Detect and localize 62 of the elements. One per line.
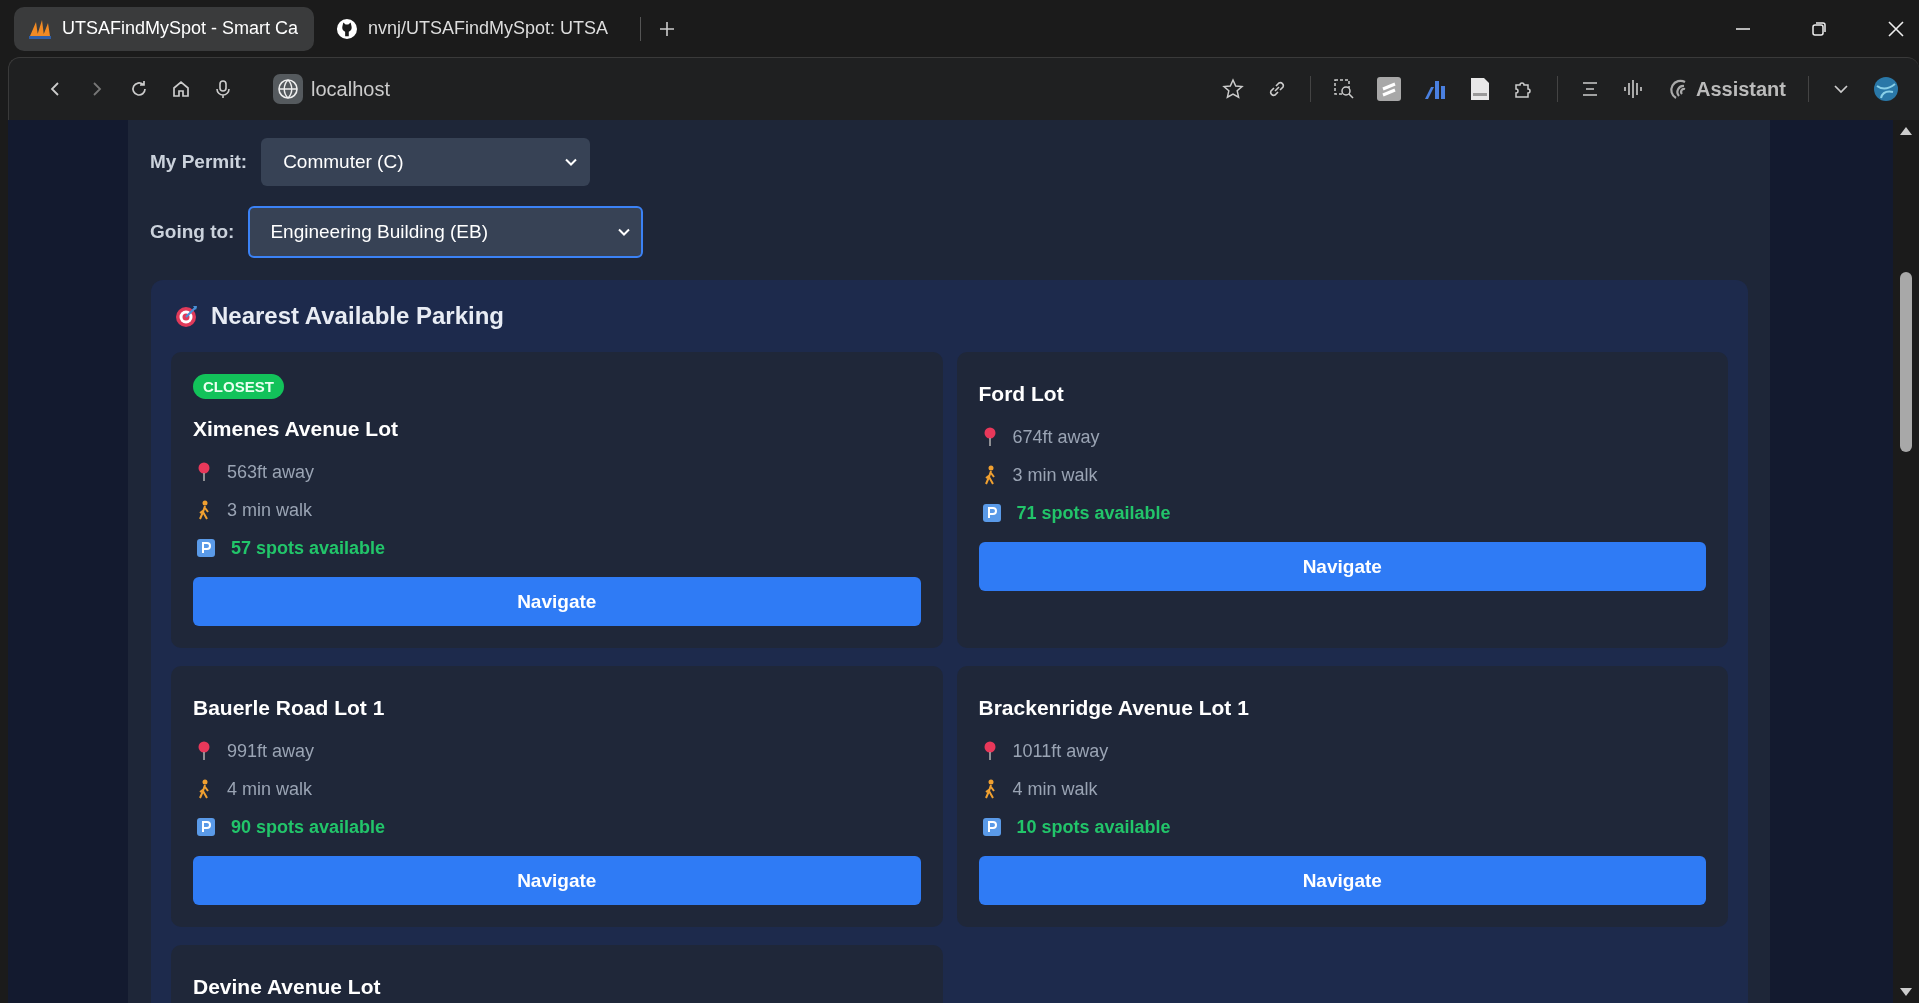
pin-icon — [982, 427, 997, 447]
walking-person-icon — [197, 779, 211, 799]
pin-icon — [982, 741, 997, 761]
spots-available-text: 10 spots available — [1016, 816, 1171, 838]
scroll-down-icon[interactable] — [1899, 987, 1913, 997]
zoom-selection-icon[interactable] — [1332, 78, 1355, 100]
profile-globe-icon[interactable] — [1873, 76, 1899, 102]
filter-label: My Permit: — [150, 151, 248, 173]
document-icon[interactable] — [1468, 77, 1491, 101]
navigate-button[interactable]: Navigate — [978, 542, 1706, 591]
closest-badge: CLOSEST — [193, 374, 284, 399]
section-title: Nearest Available Parking — [211, 302, 505, 330]
navigate-button[interactable]: Navigate — [193, 577, 921, 626]
notes-extension-icon[interactable] — [1376, 77, 1401, 101]
distance-text: 674ft away — [1012, 426, 1100, 448]
scrollbar[interactable] — [1893, 120, 1919, 1003]
walk-time-text: 4 min walk — [1012, 778, 1098, 800]
walking-person-icon — [982, 779, 997, 799]
walk-time-text: 3 min walk — [227, 499, 313, 521]
assistant-button[interactable]: Assistant — [1665, 77, 1786, 101]
pin-icon — [197, 741, 211, 761]
parking-sign-icon — [197, 818, 215, 836]
lot-name: Bauerle Road Lot 1 — [193, 696, 385, 720]
distance-text: 991ft away — [227, 740, 315, 762]
github-cat-icon — [336, 16, 358, 41]
walking-person-icon — [197, 500, 211, 520]
lot-name: Brackenridge Avenue Lot 1 — [978, 696, 1249, 720]
star-icon[interactable] — [1221, 78, 1244, 100]
spots-available-text: 90 spots available — [231, 816, 386, 838]
navigate-button[interactable]: Navigate — [978, 856, 1706, 905]
new-tab-icon[interactable] — [659, 20, 675, 37]
lot-name: Devine Avenue Lot — [193, 975, 381, 999]
walk-time-text: 3 min walk — [1012, 464, 1098, 486]
lot-name: Ford Lot — [978, 382, 1064, 406]
address-bar[interactable]: localhost — [273, 74, 390, 104]
browser-tab[interactable]: nvnj/UTSAFindMySpot: UTSA — [322, 6, 622, 51]
reload-icon[interactable] — [129, 79, 149, 99]
filter-label: Going to: — [150, 221, 235, 243]
target-dart-icon — [175, 304, 199, 328]
dropdown-field[interactable]: Commuter (C) — [261, 138, 591, 186]
scroll-up-icon[interactable] — [1899, 126, 1913, 136]
browser-tab[interactable]: UTSAFindMySpot - Smart Ca — [14, 6, 314, 51]
home-icon[interactable] — [171, 79, 191, 99]
dropdown-field[interactable]: Engineering Building (EB) — [248, 206, 644, 258]
parking-sign-icon — [982, 818, 1001, 836]
scrollbar-thumb[interactable] — [1900, 272, 1912, 452]
spots-available-text: 57 spots available — [231, 537, 386, 559]
lot-name: Ximenes Avenue Lot — [193, 417, 398, 441]
distance-text: 563ft away — [227, 461, 315, 483]
waveform-icon[interactable] — [1621, 78, 1644, 100]
close-icon[interactable] — [1887, 19, 1905, 38]
distance-text: 1011ft away — [1012, 740, 1109, 762]
microphone-icon[interactable] — [213, 79, 233, 99]
walk-time-text: 4 min walk — [227, 778, 313, 800]
restore-icon[interactable] — [1811, 20, 1827, 37]
parking-sign-icon — [197, 539, 215, 557]
parking-sign-icon — [982, 504, 1001, 522]
navigate-button[interactable]: Navigate — [193, 856, 921, 905]
globe-icon — [273, 74, 303, 104]
walking-person-icon — [982, 465, 997, 485]
pin-icon — [197, 462, 211, 482]
spots-available-text: 71 spots available — [1016, 502, 1171, 524]
